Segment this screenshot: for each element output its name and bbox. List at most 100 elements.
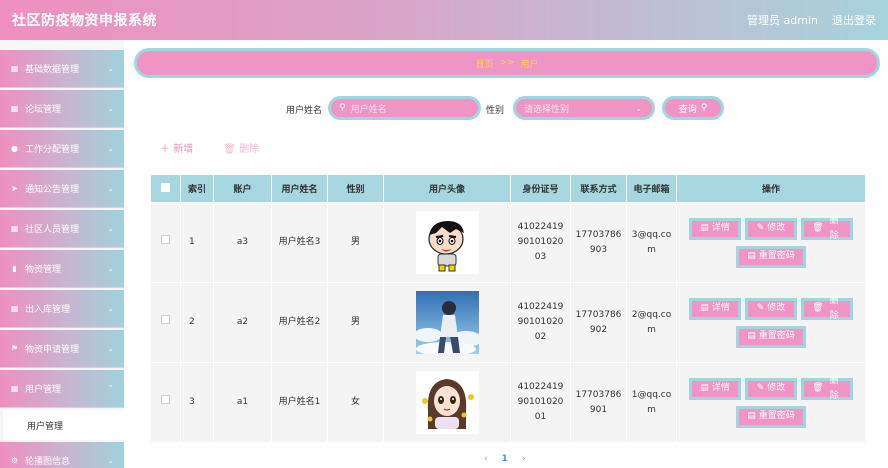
detail-button[interactable]: ▤ 详情 <box>689 377 741 400</box>
document-icon: ▤ <box>747 411 756 421</box>
edit-button[interactable]: ✎ 修改 <box>745 217 797 240</box>
cell-actions: ▤ 详情 ✎ 修改 🗑 删除 ▤ 重置密码 <box>676 202 866 283</box>
edit-button[interactable]: ✎ 修改 <box>745 377 797 400</box>
sidebar-item-carousel[interactable]: ⚙ 轮播图信息 ⌄ <box>0 442 124 468</box>
row-checkbox[interactable] <box>161 395 170 404</box>
cell-index: 3 <box>180 362 214 443</box>
table-row: 2 a2 用户姓名2 男 41022419 90101020 02 177037… <box>150 282 866 363</box>
pencil-icon: ✎ <box>756 303 765 313</box>
document-icon: ▤ <box>700 223 709 233</box>
delete-button[interactable]: 🗑 删除 <box>801 296 853 321</box>
grid-icon: ▦ <box>10 304 19 313</box>
chevron-down-icon: ⌄ <box>107 344 114 353</box>
cell-id-card: 41022419 90101020 01 <box>510 362 571 443</box>
app-title: 社区防疫物资申报系统 <box>12 13 157 29</box>
chevron-down-icon: ⌄ <box>107 184 114 193</box>
sidebar-item-label: 论坛管理 <box>25 105 62 115</box>
delete-button[interactable]: 🗑 删除 <box>801 216 853 241</box>
reset-password-button[interactable]: ▤ 重置密码 <box>736 245 806 268</box>
next-page-button[interactable]: › <box>522 454 526 464</box>
cell-actions: ▤ 详情 ✎ 修改 🗑 删除 ▤ 重置密码 <box>676 362 866 443</box>
grid-icon: ▦ <box>10 224 19 233</box>
document-icon: ▤ <box>700 303 709 313</box>
sidebar-item-supply-request[interactable]: ⚑ 物资申请管理 ⌄ <box>0 330 124 368</box>
table-row: 1 a3 用户姓名3 男 41022419 90101020 03 177037… <box>150 202 866 283</box>
row-select[interactable] <box>150 282 181 363</box>
cartoon-boy-avatar <box>415 211 479 274</box>
row-checkbox[interactable] <box>161 315 170 324</box>
batch-delete-button[interactable]: 🗑 删除 <box>223 140 259 155</box>
row-select[interactable] <box>150 202 181 283</box>
pagination: ‹ 1 › <box>484 454 525 464</box>
sidebar-item-forum[interactable]: ▦ 论坛管理 ⌄ <box>0 90 124 128</box>
name-search-input[interactable]: ⚲ 用户姓名 <box>328 96 481 120</box>
col-index: 索引 <box>180 174 214 203</box>
search-icon: ⚲ <box>700 103 708 113</box>
sidebar-item-label: 用户管理 <box>25 385 62 395</box>
submenu-item-user-management[interactable]: 用户管理 <box>0 410 124 440</box>
sidebar-item-supplies[interactable]: ▮ 物资管理 ⌄ <box>0 250 124 288</box>
detail-button[interactable]: ▤ 详情 <box>689 217 741 240</box>
col-avatar: 用户头像 <box>383 174 511 203</box>
add-button[interactable]: ＋ 新增 <box>160 140 193 155</box>
reset-password-button[interactable]: ▤ 重置密码 <box>736 325 806 348</box>
chevron-down-icon: ⌄ <box>107 104 114 113</box>
sidebar-item-notice[interactable]: ➤ 通知公告管理 ⌄ <box>0 170 124 208</box>
chevron-up-icon: ⌃ <box>107 384 114 393</box>
pencil-icon: ✎ <box>756 383 765 393</box>
sidebar-item-label: 轮播图信息 <box>25 457 71 467</box>
current-user: 管理员 admin <box>747 14 818 27</box>
row-select[interactable] <box>150 362 181 443</box>
search-bar: 用户姓名 ⚲ 用户姓名 性别 请选择性别 ⌄ 查询 ⚲ <box>124 96 888 120</box>
logout-link[interactable]: 退出登录 <box>832 12 876 28</box>
gender-label: 性别 <box>486 106 505 116</box>
send-icon: ➤ <box>11 184 18 193</box>
cell-avatar <box>383 282 511 363</box>
sidebar-item-work-assign[interactable]: ● 工作分配管理 ⌄ <box>0 130 124 168</box>
col-phone: 联系方式 <box>570 174 627 203</box>
sidebar-item-inout[interactable]: ▦ 出入库管理 ⌄ <box>0 290 124 328</box>
chevron-down-icon: ⌄ <box>107 304 114 313</box>
cell-index: 2 <box>180 282 214 363</box>
sidebar-item-label: 物资管理 <box>25 265 62 275</box>
batch-delete-label: 删除 <box>239 144 260 155</box>
select-all-checkbox[interactable] <box>161 182 170 192</box>
trash-icon: 🗑 <box>812 223 824 233</box>
detail-button[interactable]: ▤ 详情 <box>689 297 741 320</box>
grid-icon: ▦ <box>10 64 19 73</box>
sidebar: ▦ 基础数据管理 ⌄ ▦ 论坛管理 ⌄ ● 工作分配管理 ⌄ ➤ 通知公告管理 … <box>0 40 124 468</box>
gear-icon: ⚙ <box>10 456 19 465</box>
cell-email: 2@qq.co m <box>626 282 677 363</box>
query-button[interactable]: 查询 ⚲ <box>662 96 724 120</box>
cell-email: 3@qq.co m <box>626 202 677 283</box>
query-button-label: 查询 <box>678 104 697 115</box>
trash-icon: 🗑 <box>812 383 824 393</box>
cell-name: 用户姓名2 <box>271 282 328 363</box>
sidebar-item-users[interactable]: ▦ 用户管理 ⌃ <box>0 370 124 408</box>
edit-button[interactable]: ✎ 修改 <box>745 297 797 320</box>
search-icon: ⚲ <box>339 103 346 113</box>
select-all-header[interactable] <box>150 174 181 203</box>
breadcrumb-home[interactable]: 首页 <box>475 57 493 70</box>
row-checkbox[interactable] <box>161 235 170 244</box>
pencil-icon: ✎ <box>756 223 765 233</box>
gender-select-placeholder: 请选择性别 <box>524 104 570 115</box>
cell-account: a1 <box>213 362 272 443</box>
sidebar-item-label: 工作分配管理 <box>25 145 80 155</box>
actions-bar: ＋ 新增 🗑 删除 <box>160 140 259 155</box>
add-button-label: 新增 <box>173 144 194 155</box>
reset-password-button[interactable]: ▤ 重置密码 <box>736 405 806 428</box>
document-icon: ▤ <box>700 383 709 393</box>
breadcrumb-separator: >> <box>499 58 515 68</box>
sidebar-item-community-staff[interactable]: ▦ 社区人员管理 ⌄ <box>0 210 124 248</box>
gender-select[interactable]: 请选择性别 ⌄ <box>513 96 655 120</box>
grid-icon: ▦ <box>10 104 19 113</box>
main-content: 首页 >> 用户 用户姓名 ⚲ 用户姓名 性别 请选择性别 ⌄ 查询 ⚲ ＋ 新… <box>124 40 888 468</box>
anime-sky-avatar <box>415 291 479 354</box>
sidebar-item-basic-data[interactable]: ▦ 基础数据管理 ⌄ <box>0 50 124 88</box>
delete-button[interactable]: 🗑 删除 <box>801 376 853 401</box>
chevron-down-icon: ⌄ <box>107 456 114 465</box>
page-1-button[interactable]: 1 <box>502 454 508 464</box>
prev-page-button[interactable]: ‹ <box>484 454 488 464</box>
cell-avatar <box>383 362 511 443</box>
